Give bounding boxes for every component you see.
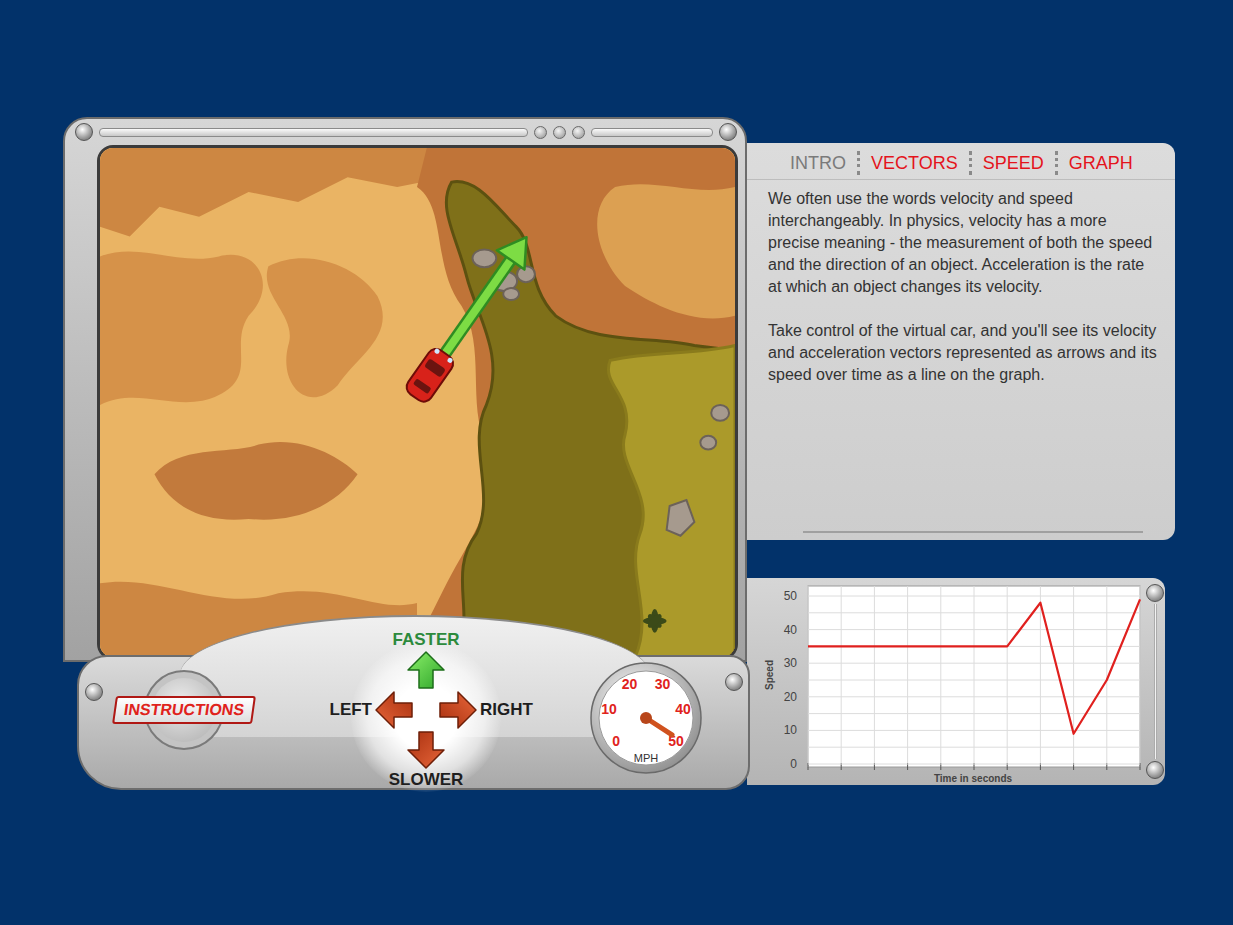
screw-icon	[75, 123, 93, 141]
speedometer-dial: 01020304050MPH	[589, 661, 703, 775]
car-icon[interactable]	[403, 345, 456, 405]
slower-button[interactable]	[406, 730, 446, 770]
map-frame	[63, 117, 747, 662]
speed-unit: MPH	[634, 752, 659, 764]
graph-rail	[1145, 578, 1165, 785]
speed-graph: 0 10 20 30 40 50 Speed Time in seconds	[747, 578, 1145, 785]
slower-label: SLOWER	[389, 770, 464, 790]
left-button[interactable]	[374, 690, 414, 730]
frame-strip	[99, 128, 528, 137]
speed-tick: 40	[675, 701, 691, 717]
left-label: LEFT	[320, 700, 372, 720]
speed-tick: 20	[622, 675, 638, 691]
instructions-button[interactable]: INSTRUCTIONS	[112, 696, 256, 724]
simulation-stage: INSTRUCTIONS FASTER LEFT RIGHT SLOWER 0 10 20 30…	[0, 0, 1233, 925]
simulator: INSTRUCTIONS FASTER LEFT RIGHT SLOWER 0 10 20 30…	[63, 117, 747, 790]
dot-icon	[553, 126, 566, 139]
info-panel: INTROVECTORSSPEEDGRAPH We often use the w…	[747, 143, 1175, 540]
y-tick: 50	[784, 589, 798, 603]
map-well	[65, 145, 745, 660]
faster-button[interactable]	[406, 650, 446, 690]
screw-icon	[1146, 761, 1164, 779]
right-button[interactable]	[438, 690, 478, 730]
y-tick: 20	[784, 690, 798, 704]
y-tick: 40	[784, 623, 798, 637]
screw-icon	[1146, 584, 1164, 602]
rocks-icon	[472, 249, 729, 535]
y-tick: 30	[784, 656, 798, 670]
side-column: INTROVECTORSSPEEDGRAPH We often use the w…	[747, 143, 1175, 785]
left-arrow-icon[interactable]	[374, 690, 414, 730]
pad-hub	[416, 700, 436, 720]
screw-icon	[719, 123, 737, 141]
info-paragraph: Take control of the virtual car, and you…	[768, 320, 1161, 386]
graph-panel: 0 10 20 30 40 50 Speed Time in seconds	[747, 578, 1165, 785]
info-paragraph: We often use the words velocity and spee…	[768, 188, 1161, 298]
control-panel: INSTRUCTIONS FASTER LEFT RIGHT SLOWER 0 10 20 30…	[77, 615, 750, 790]
right-label: RIGHT	[480, 700, 532, 720]
instructions-knob: INSTRUCTIONS	[107, 670, 261, 750]
y-tick: 0	[790, 757, 797, 771]
x-axis-label: Time in seconds	[934, 773, 1013, 784]
tab[interactable]: INTRO	[779, 151, 857, 175]
rail-line	[1154, 604, 1157, 759]
speed-line	[808, 599, 1140, 733]
plot-area	[808, 586, 1140, 767]
terrain-map	[100, 148, 735, 657]
speed-tick: 10	[601, 701, 617, 717]
y-axis-label: Speed	[764, 660, 775, 690]
screw-icon	[725, 673, 743, 691]
pad-middle: LEFT RIGHT	[320, 690, 532, 730]
tab[interactable]: GRAPH	[1055, 151, 1144, 175]
tab[interactable]: SPEED	[969, 151, 1055, 175]
speedometer: 01020304050MPH	[589, 661, 703, 775]
up-arrow-icon[interactable]	[406, 650, 446, 690]
frame-strip	[591, 128, 713, 137]
info-text: We often use the words velocity and spee…	[747, 180, 1175, 531]
needle-hub	[640, 712, 652, 724]
tab[interactable]: VECTORS	[857, 151, 969, 175]
tab-bar: INTROVECTORSSPEEDGRAPH	[747, 143, 1175, 180]
footer-rule	[803, 531, 1143, 533]
velocity-arrow-icon	[431, 228, 540, 364]
control-row: INSTRUCTIONS FASTER LEFT RIGHT SLOWER 0 10 20 30…	[77, 615, 750, 790]
right-arrow-icon[interactable]	[438, 690, 478, 730]
y-tick: 10	[784, 723, 798, 737]
frame-header	[65, 119, 745, 145]
screw-icon	[85, 683, 103, 701]
faster-label: FASTER	[392, 630, 459, 650]
dot-icon	[572, 126, 585, 139]
down-arrow-icon[interactable]	[406, 730, 446, 770]
direction-pad: FASTER LEFT RIGHT SLOWER	[311, 630, 541, 790]
speed-tick: 30	[655, 675, 671, 691]
dot-icon	[534, 126, 547, 139]
map[interactable]	[97, 145, 738, 660]
speed-tick: 0	[612, 733, 620, 749]
